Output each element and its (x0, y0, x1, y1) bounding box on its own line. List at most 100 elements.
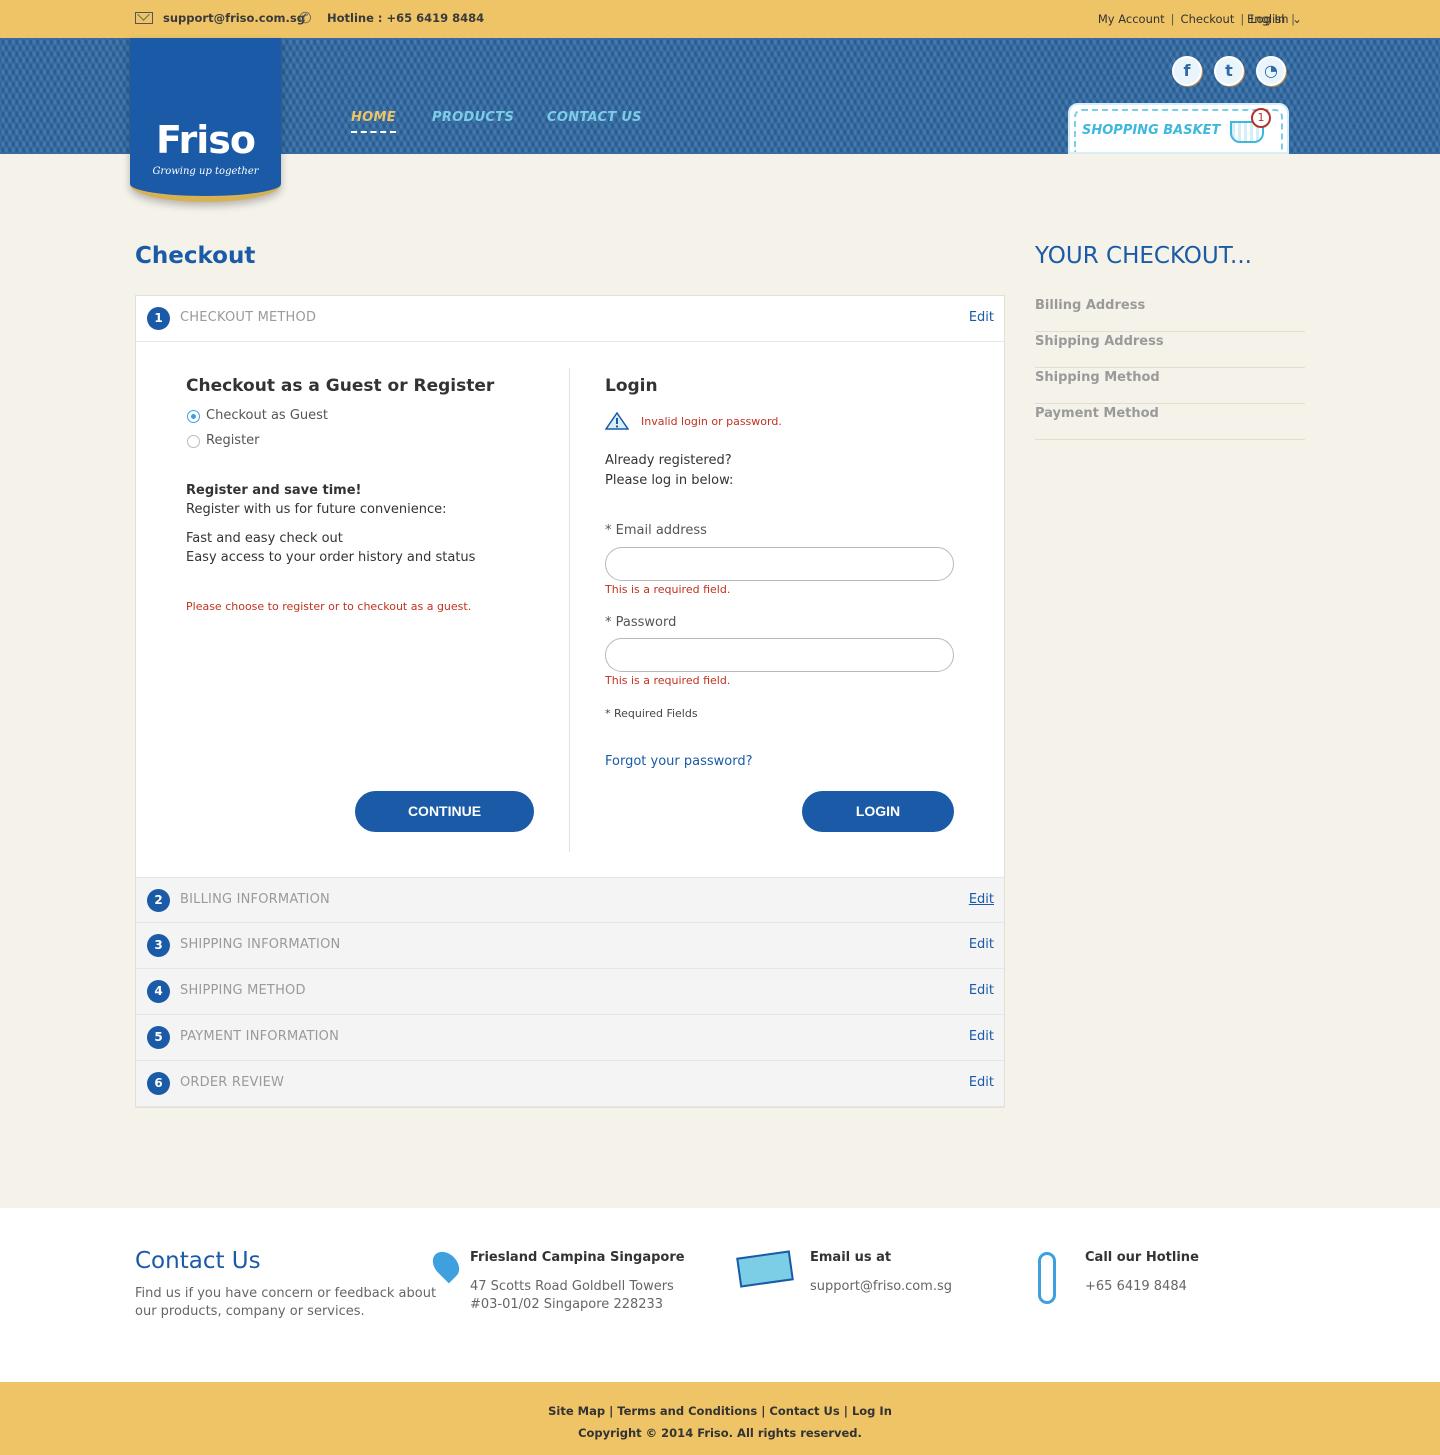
step-edit-link[interactable]: Edit (969, 310, 994, 325)
step-checkout-method[interactable]: 1 CHECKOUT METHOD Edit (136, 296, 1004, 342)
login-title: Login (605, 376, 658, 396)
guest-register-title: Checkout as a Guest or Register (186, 376, 495, 396)
sidebar-title: YOUR CHECKOUT... (1035, 243, 1252, 269)
already-registered-text: Already registered? (605, 453, 732, 468)
step-edit-link[interactable]: Edit (969, 1029, 994, 1044)
step-edit-link[interactable]: Edit (969, 892, 994, 907)
sidebar-item-billing-address: Billing Address (1035, 296, 1305, 332)
step-label: SHIPPING METHOD (180, 983, 306, 998)
rss-icon[interactable]: ◔ (1256, 56, 1286, 86)
email-field[interactable] (605, 547, 954, 581)
footer-contact-line: Find us if you have concern or feedback … (135, 1286, 437, 1301)
step-number: 6 (147, 1072, 170, 1095)
address-line: 47 Scotts Road Goldbell Towers (470, 1279, 674, 1294)
language-label: English (1247, 12, 1289, 26)
mail-icon (135, 12, 153, 24)
warning-icon (605, 412, 629, 430)
step-billing-information[interactable]: 2 BILLING INFORMATION Edit (136, 877, 1004, 923)
hotline-title: Call our Hotline (1085, 1250, 1199, 1265)
footer-contact: Contact Us Find us if you have concern o… (0, 1208, 1440, 1382)
chevron-down-icon: ⌄ (1292, 12, 1302, 26)
step-shipping-information[interactable]: 3 SHIPPING INFORMATION Edit (136, 923, 1004, 969)
logo-tagline: Growing up together (152, 166, 259, 177)
step-number: 2 (147, 889, 170, 912)
my-account-link[interactable]: My Account (1098, 12, 1165, 26)
register-save-title: Register and save time! (186, 483, 362, 498)
telephone-icon (1038, 1252, 1056, 1304)
step-payment-information[interactable]: 5 PAYMENT INFORMATION Edit (136, 1015, 1004, 1061)
step-edit-link[interactable]: Edit (969, 1075, 994, 1090)
basket-count-badge: 1 (1251, 108, 1271, 128)
nav-contact-us[interactable]: CONTACT US (547, 110, 642, 125)
register-save-sub: Register with us for future convenience: (186, 502, 447, 517)
email-label: * Email address (605, 523, 707, 538)
step-shipping-method[interactable]: 4 SHIPPING METHOD Edit (136, 969, 1004, 1015)
footer-contact-text: Find us if you have concern or feedback … (135, 1285, 436, 1321)
copyright: Copyright © 2014 Friso. All rights reser… (578, 1426, 862, 1440)
footer-bottom: Site Map | Terms and Conditions | Contac… (0, 1382, 1440, 1455)
footer-link-login[interactable]: Log In (852, 1404, 892, 1418)
email-error: This is a required field. (605, 583, 731, 596)
footer-link-contact[interactable]: Contact Us (769, 1404, 839, 1418)
register-radio-label[interactable]: Register (206, 433, 260, 448)
logo-text: Friso (155, 118, 256, 162)
footer-hotline: +65 6419 8484 (1085, 1279, 1187, 1294)
column-divider (569, 368, 570, 852)
sidebar-item-payment-method: Payment Method (1035, 404, 1305, 440)
forgot-password-link[interactable]: Forgot your password? (605, 754, 753, 769)
please-login-text: Please log in below: (605, 473, 734, 488)
basket-label: SHOPPING BASKET (1082, 123, 1221, 138)
step-number: 4 (147, 980, 170, 1003)
envelope-icon (736, 1250, 794, 1288)
footer-email-link[interactable]: support@friso.com.sg (810, 1278, 952, 1296)
login-error: Invalid login or password. (641, 415, 782, 428)
checkout-accordion: 1 CHECKOUT METHOD Edit Checkout as a Gue… (135, 295, 1005, 1108)
phone-icon: ✆ (299, 9, 312, 27)
required-fields-note: * Required Fields (605, 707, 698, 720)
address-title: Friesland Campina Singapore (470, 1250, 685, 1265)
language-select[interactable]: English ⌄ (1247, 12, 1302, 26)
step-label: CHECKOUT METHOD (180, 310, 317, 325)
step-number: 5 (147, 1026, 170, 1049)
login-button[interactable]: LOGIN (802, 791, 954, 832)
step-label: ORDER REVIEW (180, 1075, 285, 1090)
top-bar: support@friso.com.sg ✆ Hotline : +65 641… (0, 0, 1440, 38)
step-edit-link[interactable]: Edit (969, 983, 994, 998)
step-number: 1 (147, 307, 170, 330)
shopping-basket[interactable]: SHOPPING BASKET 1 (1068, 103, 1289, 154)
benefit-item: Fast and easy check out (186, 531, 343, 546)
register-radio[interactable] (187, 435, 200, 448)
password-field[interactable] (605, 638, 954, 672)
step-label: SHIPPING INFORMATION (180, 937, 341, 952)
page-title: Checkout (135, 243, 256, 269)
sidebar-item-shipping-method: Shipping Method (1035, 368, 1305, 404)
email-title: Email us at (810, 1250, 892, 1265)
guest-radio[interactable] (187, 410, 200, 423)
sidebar-item-shipping-address: Shipping Address (1035, 332, 1305, 368)
step-number: 3 (147, 934, 170, 957)
guest-radio-label[interactable]: Checkout as Guest (206, 408, 328, 423)
top-hotline: Hotline : +65 6419 8484 (327, 11, 485, 25)
step-edit-link[interactable]: Edit (969, 937, 994, 952)
nav-products[interactable]: PRODUCTS (432, 110, 514, 125)
location-pin-icon (427, 1246, 465, 1284)
nav-home[interactable]: HOME (351, 110, 396, 133)
step-order-review[interactable]: 6 ORDER REVIEW Edit (136, 1061, 1004, 1107)
address-text: 47 Scotts Road Goldbell Towers #03-01/02… (470, 1278, 674, 1314)
top-email[interactable]: support@friso.com.sg (163, 11, 305, 25)
step-label: PAYMENT INFORMATION (180, 1029, 339, 1044)
step-label: BILLING INFORMATION (180, 892, 330, 907)
footer-link-site-map[interactable]: Site Map (548, 1404, 605, 1418)
checkout-method-error: Please choose to register or to checkout… (186, 600, 472, 613)
password-label: * Password (605, 615, 677, 630)
twitter-icon[interactable]: t (1214, 56, 1244, 86)
footer-contact-line: our products, company or services. (135, 1304, 365, 1319)
facebook-icon[interactable]: f (1172, 56, 1202, 86)
logo[interactable]: Friso Growing up together (130, 38, 281, 202)
benefit-item: Easy access to your order history and st… (186, 550, 476, 565)
password-error: This is a required field. (605, 674, 731, 687)
footer-link-terms[interactable]: Terms and Conditions (617, 1404, 757, 1418)
continue-button[interactable]: CONTINUE (355, 791, 534, 832)
checkout-link[interactable]: Checkout (1181, 12, 1235, 26)
footer-contact-title: Contact Us (135, 1248, 261, 1274)
